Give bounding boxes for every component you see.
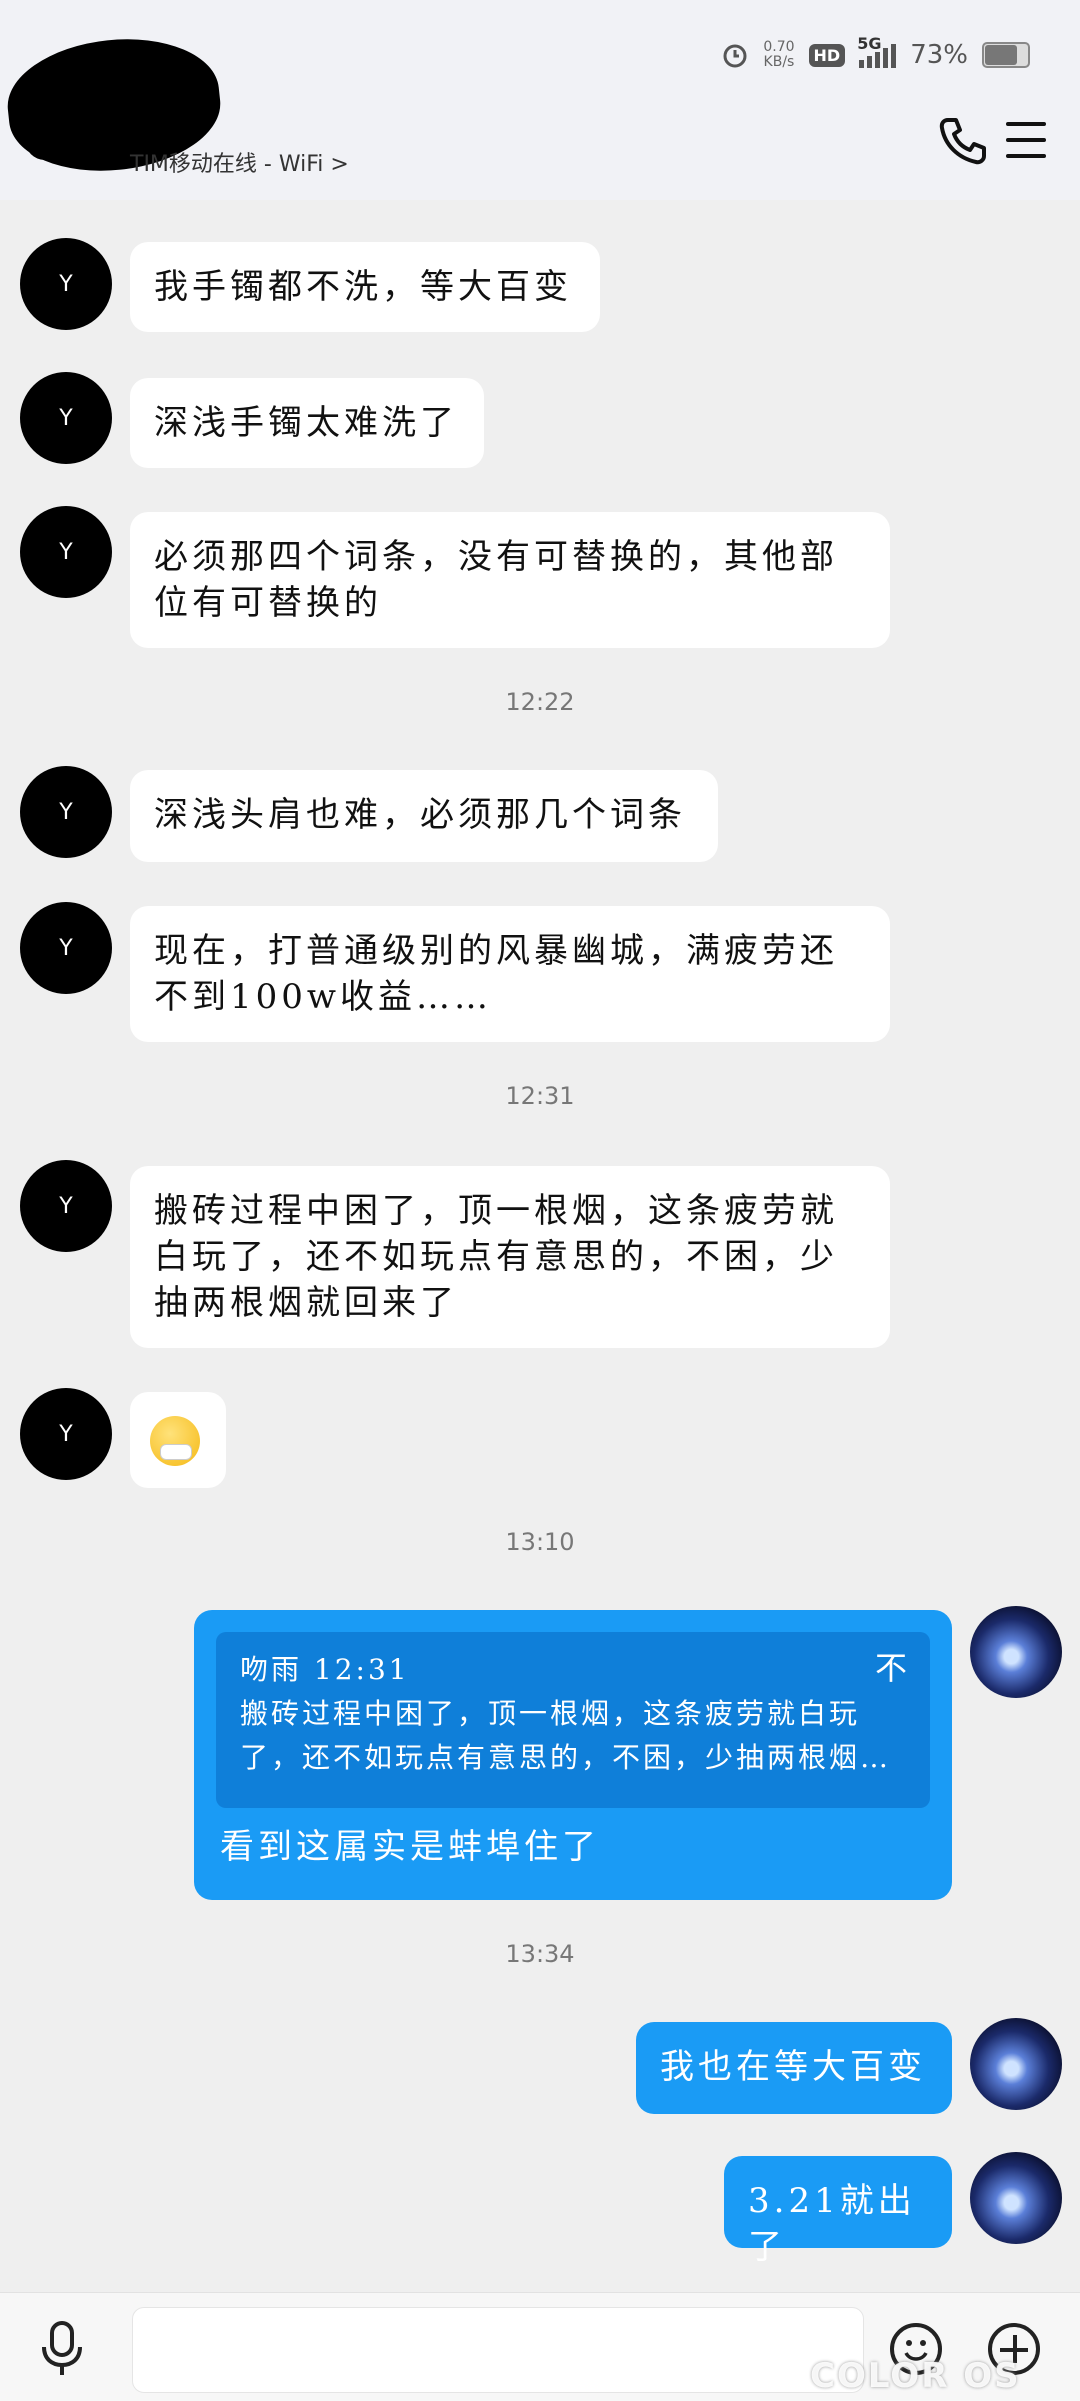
battery-icon bbox=[982, 42, 1030, 68]
message-bubble[interactable]: 我也在等大百变 bbox=[636, 2022, 952, 2114]
quote-text: 搬砖过程中困了，顶一根烟，这条疲劳就白玩了，还不如玩点有意思的，不困，少抽两根烟… bbox=[240, 1697, 892, 1774]
microphone-icon[interactable] bbox=[40, 2321, 84, 2377]
contact-avatar[interactable]: Y bbox=[20, 902, 112, 994]
reply-message-bubble[interactable]: 吻雨 12:31 搬砖过程中困了，顶一根烟，这条疲劳就白玩了，还不如玩点有意思的… bbox=[194, 1610, 952, 1900]
net-speed: 0.70 KB/s bbox=[763, 39, 795, 70]
my-avatar[interactable] bbox=[970, 2152, 1062, 2244]
message-bubble[interactable]: 3.21就出了 bbox=[724, 2156, 952, 2267]
reply-text: 看到这属实是蚌埠住了 bbox=[220, 1827, 600, 1867]
hd-badge: HD bbox=[808, 43, 846, 67]
menu-icon[interactable] bbox=[1006, 122, 1046, 158]
contact-avatar[interactable]: Y bbox=[20, 506, 112, 598]
timestamp: 12:31 bbox=[505, 1082, 575, 1110]
message-bubble[interactable]: 必须那四个词条，没有可替换的，其他部位有可替换的 bbox=[130, 512, 890, 648]
watermark: COLOR OS bbox=[810, 2356, 1021, 2396]
chat-header: TIM移动在线 - WiFi > 0.70 KB/s HD 5G 73% bbox=[0, 0, 1080, 200]
contact-online-status[interactable]: TIM移动在线 - WiFi > bbox=[130, 146, 349, 178]
message-input[interactable] bbox=[132, 2307, 864, 2393]
contact-avatar[interactable]: Y bbox=[20, 1388, 112, 1480]
message-bubble[interactable]: 深浅手镯太难洗了 bbox=[130, 378, 484, 468]
timestamp: 12:22 bbox=[505, 688, 575, 716]
signal-icon: 5G bbox=[857, 34, 897, 68]
emoji-bubble[interactable] bbox=[130, 1392, 226, 1488]
alarm-icon bbox=[723, 44, 747, 68]
message-bubble[interactable]: 深浅头肩也难，必须那几个词条 bbox=[130, 770, 718, 862]
quote-header: 吻雨 12:31 bbox=[240, 1653, 410, 1686]
battery-fill bbox=[985, 45, 1018, 65]
timestamp: 13:10 bbox=[505, 1528, 575, 1556]
my-avatar[interactable] bbox=[970, 2018, 1062, 2110]
quote-jump-icon[interactable]: 不 bbox=[875, 1646, 910, 1690]
mask-face-emoji-icon bbox=[150, 1416, 200, 1466]
message-bubble[interactable]: 现在，打普通级别的风暴幽城，满疲劳还不到100w收益…… bbox=[130, 906, 890, 1042]
status-bar: 0.70 KB/s HD 5G 73% bbox=[721, 34, 1030, 70]
quoted-message[interactable]: 吻雨 12:31 搬砖过程中困了，顶一根烟，这条疲劳就白玩了，还不如玩点有意思的… bbox=[216, 1632, 930, 1808]
phone-call-icon[interactable] bbox=[938, 116, 986, 166]
battery-percent: 73% bbox=[910, 40, 968, 70]
my-avatar[interactable] bbox=[970, 1606, 1062, 1698]
message-bubble[interactable]: 我手镯都不洗，等大百变 bbox=[130, 242, 600, 332]
contact-avatar[interactable]: Y bbox=[20, 1160, 112, 1252]
contact-avatar[interactable]: Y bbox=[20, 766, 112, 858]
contact-avatar[interactable]: Y bbox=[20, 372, 112, 464]
timestamp: 13:34 bbox=[505, 1940, 575, 1968]
contact-avatar[interactable]: Y bbox=[20, 238, 112, 330]
redacted-contact-name-part bbox=[25, 120, 145, 160]
message-bubble[interactable]: 搬砖过程中困了，顶一根烟，这条疲劳就白玩了，还不如玩点有意思的，不困，少抽两根烟… bbox=[130, 1166, 890, 1348]
